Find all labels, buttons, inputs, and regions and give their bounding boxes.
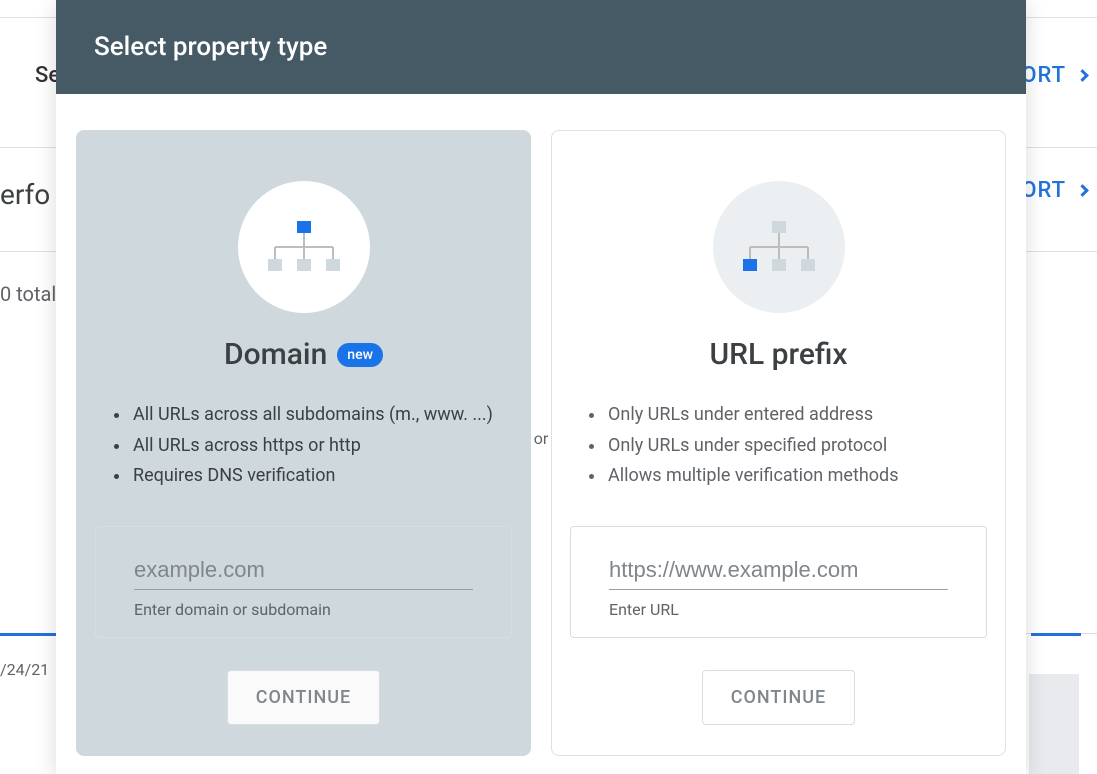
url-prefix-card[interactable]: URL prefix Only URLs under entered addre… [551, 130, 1006, 756]
url-prefix-continue-button[interactable]: CONTINUE [702, 670, 855, 725]
modal-body: Domain new All URLs across all subdomain… [56, 94, 1026, 756]
domain-input-helper: Enter domain or subdomain [134, 600, 473, 619]
url-prefix-input-box: Enter URL [570, 526, 987, 638]
domain-icon-wrap [238, 181, 370, 313]
bg-ort-mid-label: ORT [1021, 178, 1066, 203]
url-prefix-input[interactable] [609, 551, 948, 590]
bg-ort-top-label: ORT [1021, 63, 1066, 88]
domain-input[interactable] [134, 551, 473, 590]
domain-title-row: Domain new [224, 337, 383, 372]
url-prefix-input-helper: Enter URL [609, 600, 948, 619]
new-badge: new [337, 343, 383, 367]
domain-bullet-item: All URLs across https or http [131, 431, 498, 462]
domain-bullet-item: Requires DNS verification [131, 461, 498, 492]
modal-title: Select property type [56, 0, 1026, 94]
bg-chart-selection-right [1031, 633, 1081, 636]
domain-card-title: Domain [224, 337, 327, 372]
url-prefix-bullet-item: Allows multiple verification methods [606, 461, 973, 492]
domain-bullet-item: All URLs across all subdomains (m., www.… [131, 400, 498, 431]
bg-link-ort-top[interactable]: ORT [1021, 63, 1087, 88]
chevron-right-icon [1076, 69, 1089, 82]
bg-link-ort-mid[interactable]: ORT [1021, 178, 1087, 203]
url-prefix-card-title: URL prefix [709, 337, 847, 372]
url-prefix-icon-wrap [713, 181, 845, 313]
bg-chart-selection-left [0, 633, 60, 636]
bg-date-text: /24/21 [0, 660, 49, 679]
chevron-right-icon [1076, 184, 1089, 197]
or-separator: or [531, 429, 551, 448]
domain-input-box: Enter domain or subdomain [95, 526, 512, 638]
domain-bullets: All URLs across all subdomains (m., www.… [95, 400, 512, 492]
domain-hierarchy-icon [265, 217, 343, 277]
url-prefix-bullets: Only URLs under entered address Only URL… [570, 400, 987, 492]
url-prefix-bullet-item: Only URLs under entered address [606, 400, 973, 431]
domain-card[interactable]: Domain new All URLs across all subdomain… [76, 130, 531, 756]
property-type-modal: Select property type Domain new [56, 0, 1026, 774]
bg-footer-bar [1029, 674, 1079, 774]
domain-continue-button[interactable]: CONTINUE [227, 670, 380, 725]
url-prefix-hierarchy-icon [740, 217, 818, 277]
url-prefix-title-row: URL prefix [709, 337, 847, 372]
url-prefix-bullet-item: Only URLs under specified protocol [606, 431, 973, 462]
bg-erfo-text: erfo [0, 178, 50, 211]
